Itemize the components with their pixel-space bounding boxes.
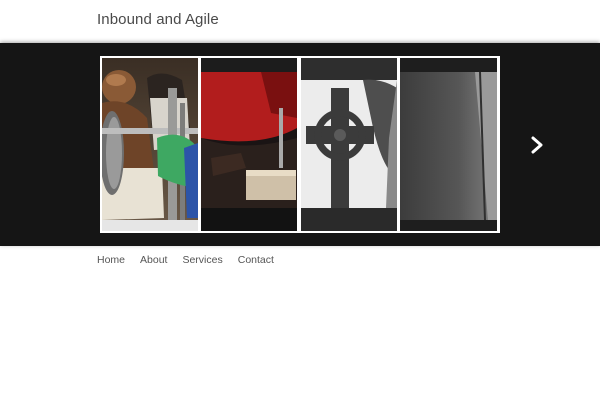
gallery-image-celtic-cross[interactable] <box>301 58 397 231</box>
gallery-image-weightlifter[interactable] <box>102 58 198 231</box>
nav-item-home[interactable]: Home <box>97 254 125 266</box>
nav-item-about[interactable]: About <box>140 254 167 266</box>
main-nav: Home About Services Contact <box>97 254 289 266</box>
chevron-right-icon[interactable] <box>526 134 548 156</box>
banner-slider <box>0 43 600 246</box>
nav-item-contact[interactable]: Contact <box>238 254 274 266</box>
gallery-image-workshop[interactable] <box>201 58 297 231</box>
image-gallery <box>100 56 500 233</box>
site-title[interactable]: Inbound and Agile <box>97 11 219 28</box>
nav-item-services[interactable]: Services <box>182 254 222 266</box>
gallery-image-stone-wall[interactable] <box>400 58 497 231</box>
